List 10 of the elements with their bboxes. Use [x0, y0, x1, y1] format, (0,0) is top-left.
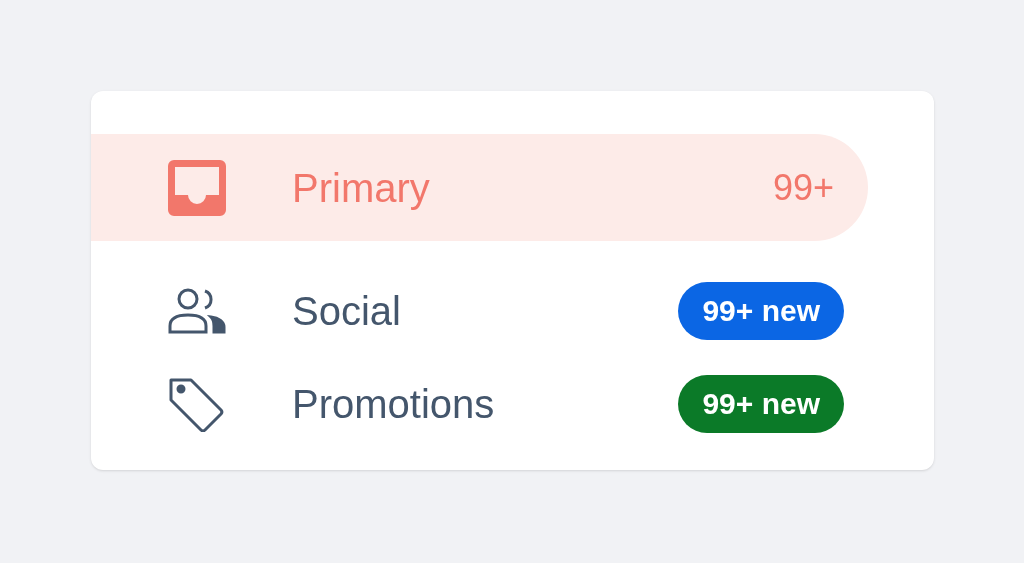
category-tab[interactable]: Promotions 99+ new [91, 357, 868, 450]
category-label: Social [292, 287, 402, 335]
category-label: Promotions [292, 380, 496, 428]
new-count-badge: 99+ new [678, 374, 844, 433]
category-tab[interactable]: Social 99+ new [91, 264, 868, 357]
unread-count: 99+ [772, 165, 834, 210]
new-count-badge: 99+ new [678, 281, 844, 340]
inbox-icon [168, 159, 226, 216]
category-label: Primary [292, 164, 431, 212]
people-icon [168, 287, 226, 334]
